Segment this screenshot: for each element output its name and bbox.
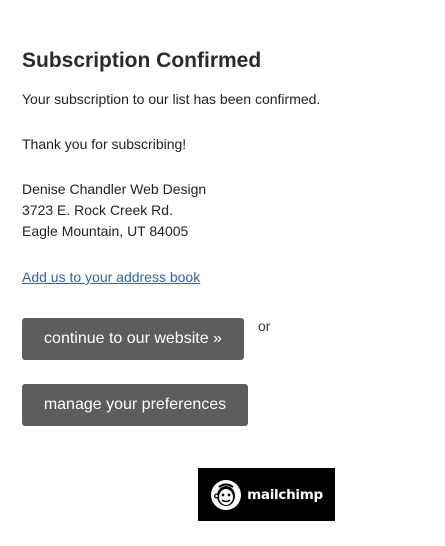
continue-to-website-button[interactable]: continue to our website » (22, 318, 244, 360)
address-name: Denise Chandler Web Design (22, 181, 207, 197)
confirmation-message: Your subscription to our list has been c… (22, 91, 321, 107)
thank-you-message: Thank you for subscribing! (22, 136, 187, 152)
page-title: Subscription Confirmed (22, 49, 262, 72)
confirmation-content: Subscription Confirmed Your subscription… (22, 44, 432, 288)
address-city: Eagle Mountain, UT 84005 (22, 223, 189, 239)
mailchimp-wordmark: mailchimp (247, 486, 323, 503)
primary-actions: continue to our website » or (22, 318, 270, 360)
manage-preferences-button[interactable]: manage your preferences (22, 384, 248, 426)
or-separator: or (258, 318, 271, 334)
mailchimp-freddie-icon (210, 479, 242, 511)
address-street: 3723 E. Rock Creek Rd. (22, 202, 173, 218)
secondary-actions: manage your preferences (22, 384, 248, 426)
add-to-address-book-link[interactable]: Add us to your address book (22, 267, 200, 288)
postal-address: Denise Chandler Web Design 3723 E. Rock … (22, 179, 432, 242)
mailchimp-badge[interactable]: mailchimp (198, 468, 335, 521)
